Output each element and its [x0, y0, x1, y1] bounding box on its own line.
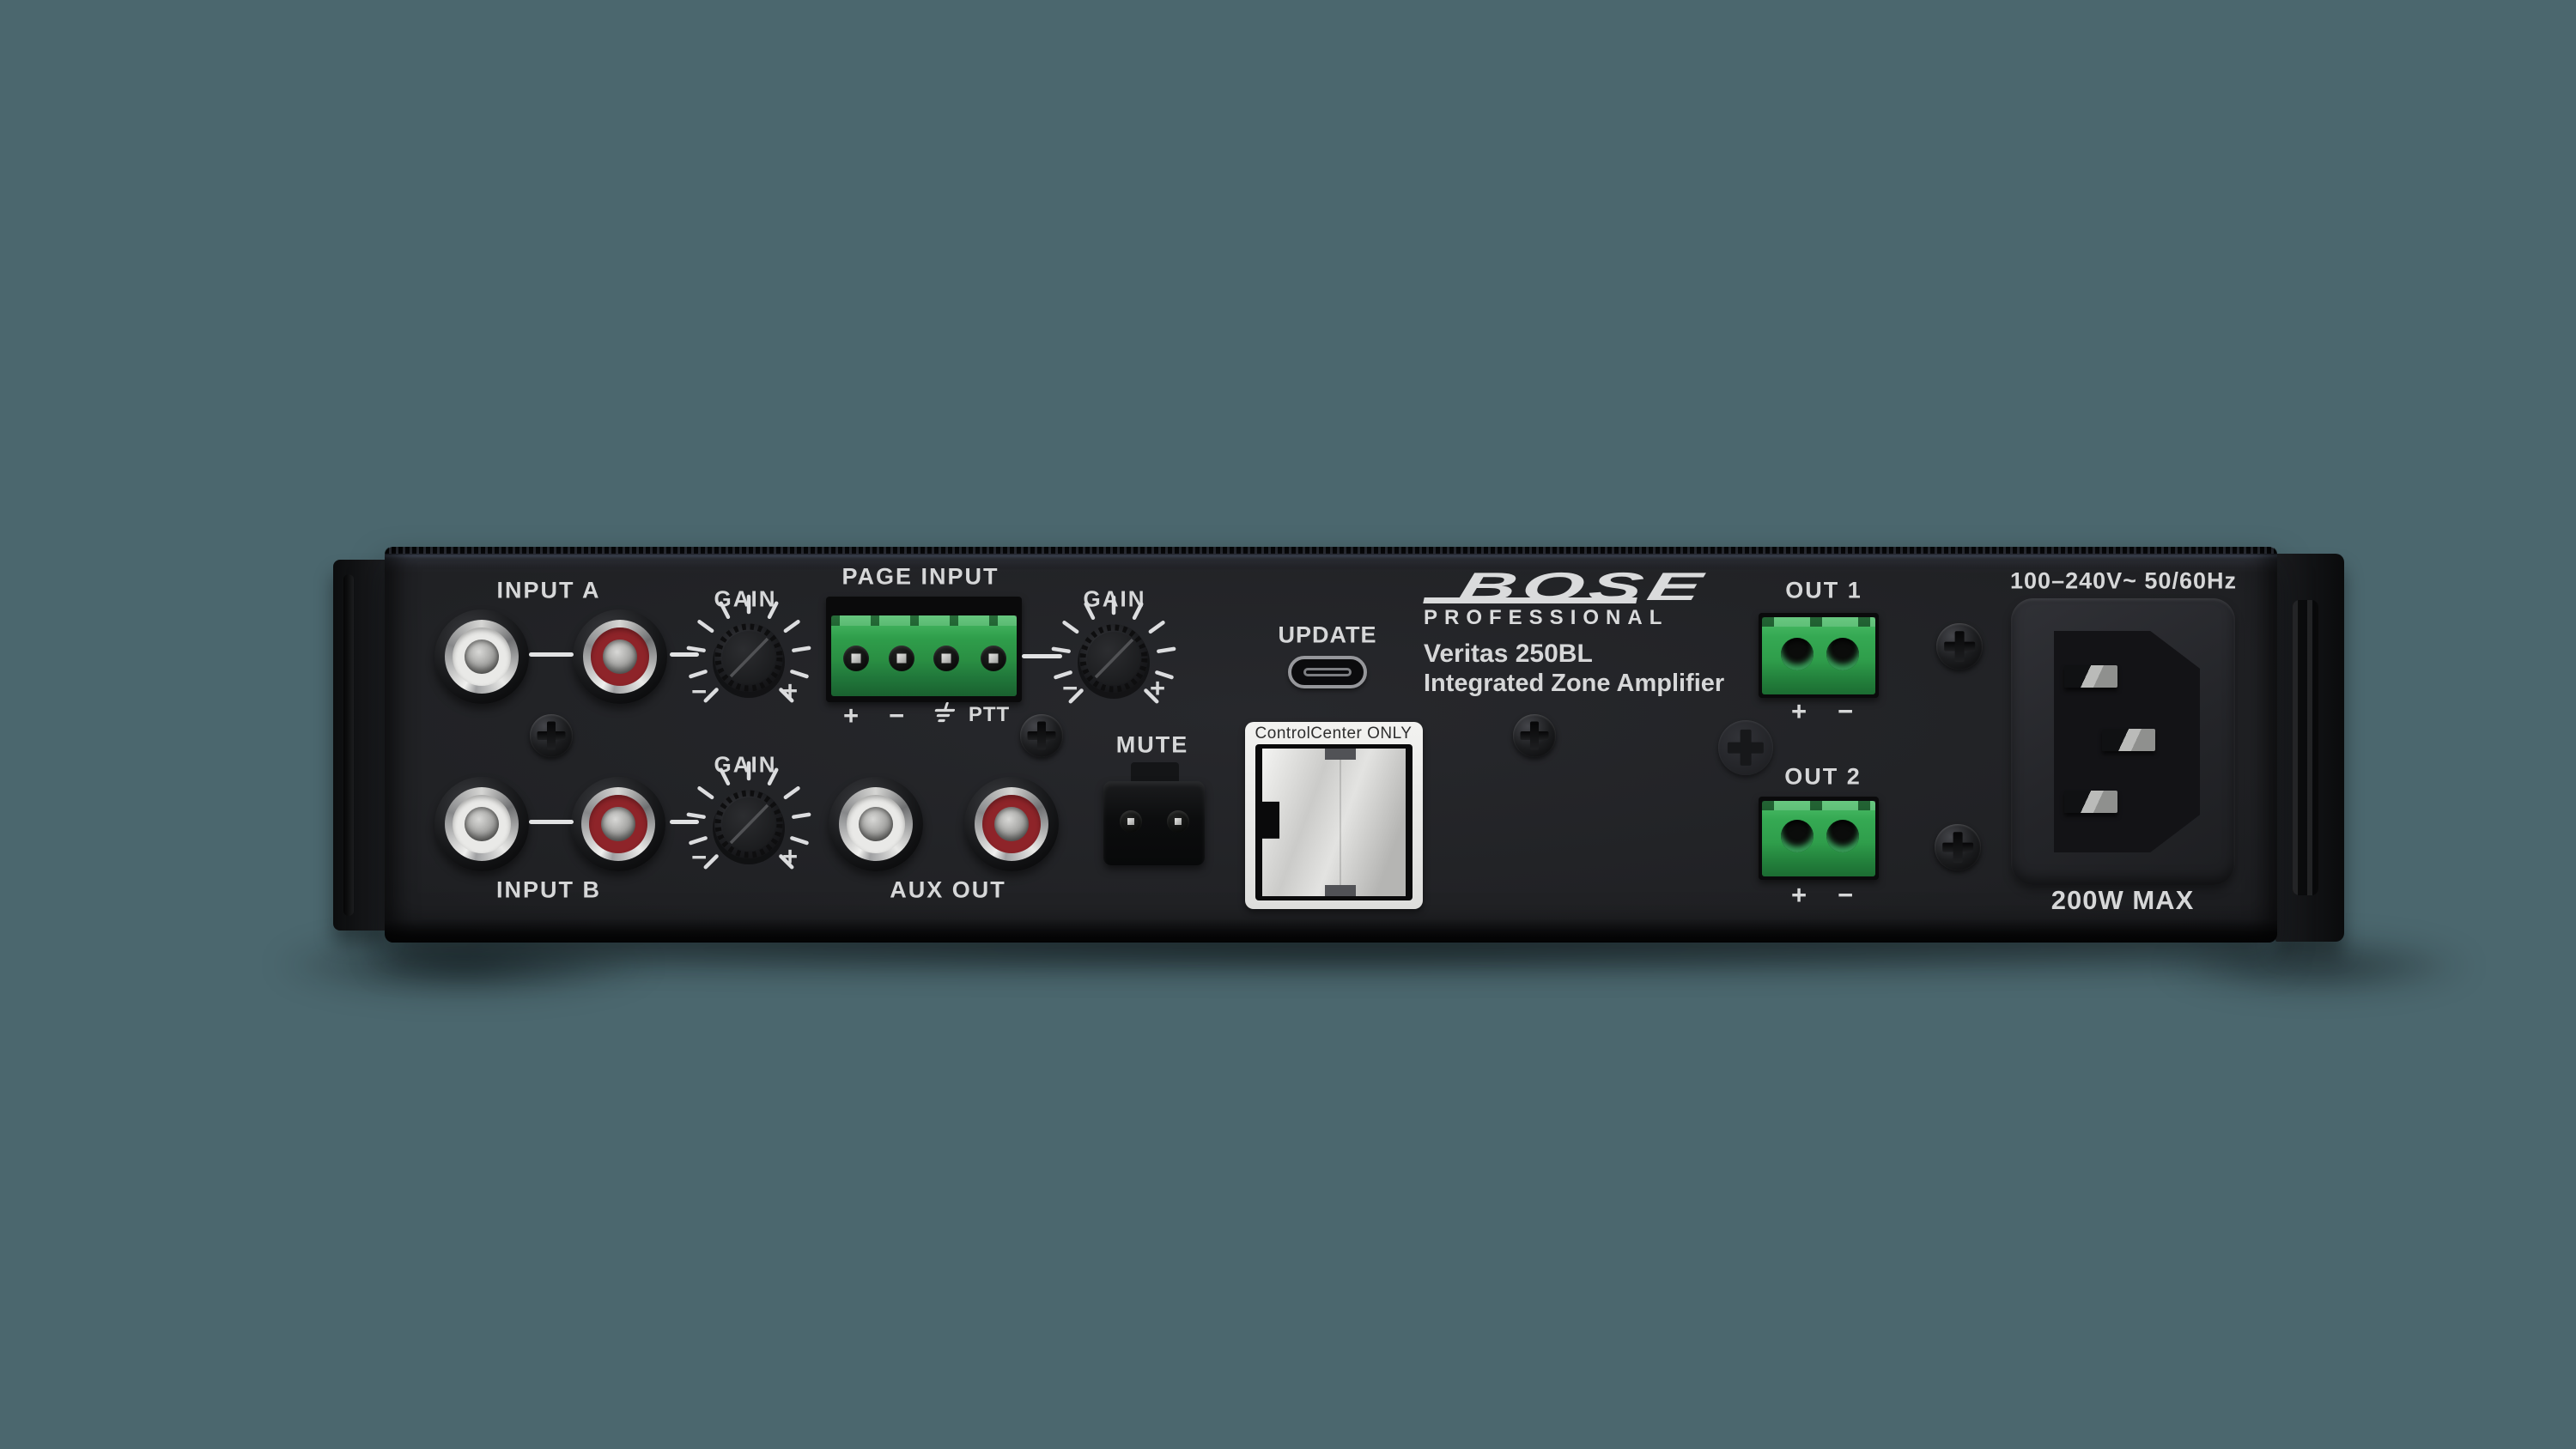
input-b-left-rca-jack[interactable] — [434, 777, 529, 871]
phillips-screw — [530, 714, 573, 757]
ac-pin-bottom — [2064, 791, 2117, 813]
input-a-gain-knob[interactable] — [676, 585, 822, 731]
model-description-label: Integrated Zone Amplifier — [1424, 670, 1724, 698]
rj45-controlcenter-port[interactable] — [1262, 749, 1406, 896]
ac-inlet-plate — [2011, 598, 2235, 885]
aux-out-right-rca-jack[interactable] — [964, 777, 1059, 871]
out1-terminal-plus[interactable] — [1781, 638, 1814, 670]
ac-pin-middle — [2102, 729, 2155, 751]
phillips-screw-flat — [1718, 720, 1773, 775]
gain-min-label: − — [691, 676, 707, 707]
input-b-label: INPUT B — [496, 877, 601, 904]
input-b-right-rca-jack[interactable] — [571, 777, 665, 871]
rack-ear-right — [2275, 554, 2344, 942]
page-minus-label: − — [889, 700, 904, 731]
page-input-terminal-block[interactable] — [826, 597, 1022, 702]
page-plus-label: + — [843, 700, 859, 731]
out1-speaker-connector[interactable] — [1759, 613, 1879, 698]
gain-min-label: − — [1062, 673, 1078, 704]
page-input-pin-ground[interactable] — [933, 646, 959, 671]
page-input-pin-plus[interactable] — [843, 646, 869, 671]
gain-max-label: + — [1150, 673, 1165, 704]
rack-ear-left — [333, 560, 388, 931]
mute-connector[interactable] — [1103, 781, 1205, 865]
usb-c-update-port[interactable] — [1288, 656, 1367, 688]
out2-label: OUT 2 — [1784, 764, 1862, 791]
out1-label: OUT 1 — [1785, 578, 1862, 604]
gain-max-label: + — [782, 676, 798, 706]
phillips-screw — [1935, 824, 1981, 870]
out1-terminal-minus[interactable] — [1826, 638, 1859, 670]
ac-pin-top — [2064, 665, 2117, 688]
chassis-ground-icon — [929, 701, 955, 730]
unit-shadow-right — [2164, 937, 2473, 994]
link-line — [529, 652, 574, 657]
phillips-screw — [1513, 714, 1556, 757]
power-max-label: 200W MAX — [2051, 885, 2194, 916]
out2-speaker-connector[interactable] — [1759, 797, 1879, 880]
gain-max-label: + — [782, 841, 798, 872]
mute-pin-2[interactable] — [1167, 810, 1189, 833]
gain-min-label: − — [691, 842, 707, 873]
usb-c-slot — [1303, 668, 1352, 676]
link-line — [529, 820, 574, 824]
phillips-screw — [1020, 714, 1063, 757]
input-a-label: INPUT A — [497, 578, 601, 604]
rj45-notch-top — [1325, 749, 1356, 760]
aux-out-label: AUX OUT — [890, 877, 1006, 904]
ptt-label: PTT — [969, 703, 1010, 727]
page-gain-knob[interactable] — [1041, 585, 1187, 731]
controlcenter-label: ControlCenter ONLY — [1255, 724, 1413, 743]
rj45-notch-bottom — [1325, 885, 1356, 896]
input-a-left-rca-jack[interactable] — [434, 609, 529, 704]
out2-terminal-minus[interactable] — [1826, 820, 1859, 852]
brand-logo-underline — [1423, 597, 1637, 603]
input-b-gain-knob[interactable] — [676, 751, 822, 897]
out2-plus-label: + — [1791, 880, 1807, 911]
mute-label: MUTE — [1116, 732, 1189, 759]
phillips-screw — [1936, 623, 1983, 670]
page-input-pin-ptt[interactable] — [981, 646, 1006, 671]
update-label: UPDATE — [1278, 622, 1376, 649]
out1-plus-label: + — [1791, 696, 1807, 727]
ac-inlet-c14[interactable] — [2054, 631, 2200, 852]
model-name-label: Veritas 250BL — [1424, 640, 1593, 669]
out1-minus-label: − — [1838, 696, 1853, 727]
page-input-pin-minus[interactable] — [889, 646, 914, 671]
aux-out-left-rca-jack[interactable] — [829, 777, 923, 871]
brand-sub-label: PROFESSIONAL — [1424, 606, 1668, 630]
out2-terminal-plus[interactable] — [1781, 820, 1814, 852]
bose-amplifier-rear-panel-photo: INPUT A GAIN − + PAGE INPUT + − PTT GAIN… — [0, 0, 2576, 1449]
page-input-label: PAGE INPUT — [841, 564, 999, 591]
power-rating-label: 100–240V~ 50/60Hz — [2010, 568, 2237, 595]
mute-pin-1[interactable] — [1120, 810, 1142, 833]
out2-minus-label: − — [1838, 880, 1853, 911]
input-a-right-rca-jack[interactable] — [573, 609, 667, 704]
